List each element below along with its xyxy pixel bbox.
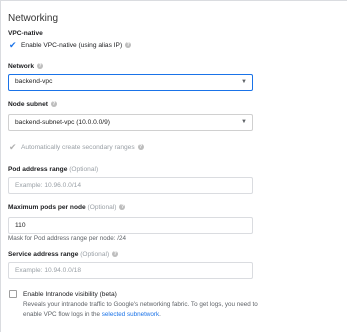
pod-range-optional: (Optional) bbox=[69, 166, 99, 173]
max-pods-label: Maximum pods per node (Optional)? bbox=[8, 204, 126, 211]
help-icon[interactable]: ? bbox=[125, 42, 132, 48]
help-icon[interactable]: ? bbox=[37, 63, 44, 70]
section-title: Networking bbox=[8, 13, 59, 24]
subnet-label: Node subnet? bbox=[8, 101, 57, 108]
dropdown-arrow-icon: ▼ bbox=[241, 79, 247, 85]
max-pods-optional: (Optional) bbox=[87, 204, 117, 211]
secondary-ranges-checkbox[interactable]: ✔ bbox=[9, 143, 17, 152]
help-icon[interactable]: ? bbox=[137, 144, 144, 150]
dropdown-arrow-icon: ▼ bbox=[241, 119, 247, 125]
max-pods-hint: Mask for Pod address range per node: /24 bbox=[8, 235, 126, 242]
pod-range-input[interactable]: Example: 10.96.0.0/14 bbox=[8, 177, 253, 194]
help-icon[interactable]: ? bbox=[50, 101, 57, 108]
intranode-label[interactable]: Enable Intranode visibility (beta) bbox=[23, 291, 117, 298]
intranode-desc-prefix: enable VPC flow logs in the bbox=[23, 311, 101, 318]
subnet-label-text: Node subnet bbox=[8, 101, 48, 108]
network-label-text: Network bbox=[8, 63, 35, 70]
secondary-ranges-row: ✔ Automatically create secondary ranges … bbox=[9, 143, 144, 152]
intranode-checkbox[interactable] bbox=[9, 290, 17, 298]
pod-range-placeholder: Example: 10.96.0.0/14 bbox=[15, 182, 81, 189]
pod-range-label-text: Pod address range bbox=[8, 166, 68, 173]
max-pods-label-text: Maximum pods per node bbox=[8, 204, 86, 211]
vpc-native-checkbox[interactable]: ✔ bbox=[9, 41, 17, 50]
intranode-desc-suffix: . bbox=[159, 311, 161, 318]
selected-subnetwork-link[interactable]: selected subnetwork bbox=[102, 311, 159, 318]
service-range-label-text: Service address range bbox=[8, 251, 79, 258]
intranode-row: Enable Intranode visibility (beta) bbox=[9, 290, 117, 298]
subnet-select[interactable]: backend-subnet-vpc (10.0.0.0/9) ▼ bbox=[8, 114, 253, 131]
help-icon[interactable]: ? bbox=[119, 204, 126, 211]
service-range-optional: (Optional) bbox=[80, 251, 110, 258]
intranode-description: Reveals your intranode traffic to Google… bbox=[23, 301, 341, 318]
max-pods-value: 110 bbox=[15, 222, 26, 229]
intranode-desc-line1: Reveals your intranode traffic to Google… bbox=[23, 301, 258, 308]
vpc-native-row: ✔ Enable VPC-native (using alias IP) ? bbox=[9, 41, 132, 50]
help-icon[interactable]: ? bbox=[112, 251, 119, 258]
vpc-native-heading: VPC-native bbox=[8, 30, 43, 37]
secondary-ranges-label: Automatically create secondary ranges bbox=[21, 143, 135, 151]
service-range-placeholder: Example: 10.94.0.0/18 bbox=[15, 267, 81, 274]
max-pods-input[interactable]: 110 bbox=[8, 217, 253, 234]
service-range-input[interactable]: Example: 10.94.0.0/18 bbox=[8, 262, 253, 279]
network-select[interactable]: backend-vpc ▼ bbox=[8, 74, 253, 91]
intranode-desc-line2: enable VPC flow logs in the selected sub… bbox=[23, 311, 341, 318]
network-select-value: backend-vpc bbox=[15, 78, 53, 85]
subnet-select-value: backend-subnet-vpc (10.0.0.0/9) bbox=[15, 119, 110, 126]
vpc-native-checkbox-label[interactable]: Enable VPC-native (using alias IP) bbox=[21, 42, 122, 49]
network-label: Network? bbox=[8, 63, 44, 70]
pod-range-label: Pod address range (Optional) bbox=[8, 166, 98, 173]
service-range-label: Service address range (Optional)? bbox=[8, 251, 119, 258]
